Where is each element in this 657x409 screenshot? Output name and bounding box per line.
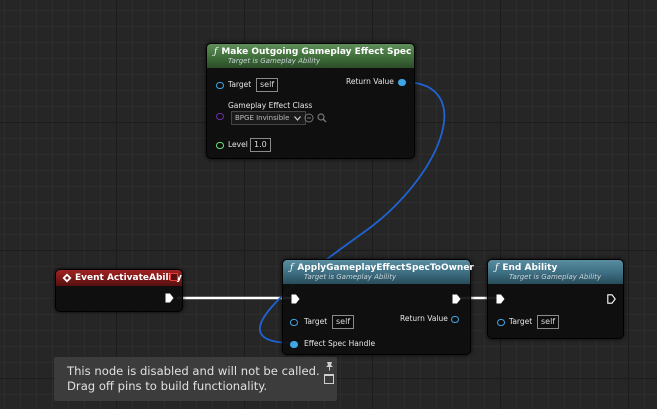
level-pin[interactable]	[216, 142, 224, 149]
function-icon: ƒ	[495, 263, 499, 273]
tooltip-line-1: This node is disabled and will not be ca…	[67, 364, 320, 378]
make-outgoing-gameplay-effect-spec-node[interactable]: ƒ Make Outgoing Gameplay Effect Spec Targ…	[206, 43, 415, 159]
return-value-pin[interactable]	[398, 79, 406, 86]
pin-icon[interactable]	[325, 361, 334, 371]
target-field[interactable]: self	[332, 315, 355, 329]
target-label: Target	[509, 317, 533, 326]
return-value-label: Return Value	[400, 314, 448, 323]
node-subtitle: Target is Gameplay Ability	[304, 273, 397, 281]
event-activate-ability-node[interactable]: Event ActivateAbility	[55, 269, 183, 312]
exec-in-pin-icon[interactable]	[496, 294, 505, 304]
return-value-label: Return Value	[346, 77, 394, 86]
node-header: Event ActivateAbility	[56, 270, 182, 286]
end-ability-node[interactable]: ƒ End Ability Target is Gameplay Ability …	[487, 259, 624, 339]
gameplay-effect-class-label: Gameplay Effect Class	[228, 101, 313, 110]
tooltip-line-2: Drag off pins to build functionality.	[67, 379, 268, 393]
tooltip-expand-icon[interactable]	[324, 374, 334, 384]
node-title: Event ActivateAbility	[75, 273, 182, 283]
target-pin[interactable]	[216, 82, 224, 89]
level-label: Level	[228, 140, 248, 149]
gameplay-effect-class-select[interactable]: BPGE Invinsible	[231, 111, 307, 125]
exec-pin-icon[interactable]	[165, 293, 174, 303]
target-field[interactable]: self	[537, 315, 560, 329]
return-value-pin[interactable]	[451, 316, 459, 323]
effect-spec-handle-label: Effect Spec Handle	[304, 339, 376, 348]
target-pin[interactable]	[497, 319, 505, 326]
node-title: Make Outgoing Gameplay Effect Spec	[221, 47, 412, 57]
node-title: End Ability	[502, 263, 558, 273]
event-diamond-icon	[62, 273, 72, 283]
gameplay-effect-class-value: BPGE Invinsible	[235, 114, 290, 122]
exec-out-pin-icon[interactable]	[607, 294, 616, 304]
target-label: Target	[304, 317, 328, 326]
target-pin[interactable]	[290, 319, 298, 326]
function-icon: ƒ	[214, 47, 218, 57]
node-header: ƒ Make Outgoing Gameplay Effect Spec Targ…	[207, 44, 414, 68]
disabled-node-tooltip: This node is disabled and will not be ca…	[54, 357, 337, 401]
chevron-down-icon	[294, 116, 302, 121]
clear-icon[interactable]	[304, 113, 314, 123]
node-subtitle: Target is Gameplay Ability	[509, 273, 602, 281]
delegate-square-icon[interactable]	[170, 273, 178, 281]
function-icon: ƒ	[290, 263, 294, 273]
exec-in-pin-icon[interactable]	[291, 294, 300, 304]
exec-out-pin-icon[interactable]	[452, 294, 461, 304]
node-title: ApplyGameplayEffectSpecToOwner	[297, 263, 474, 273]
node-header: ƒ ApplyGameplayEffectSpecToOwner Target i…	[283, 260, 474, 284]
apply-gameplay-effect-spec-to-owner-node[interactable]: ƒ ApplyGameplayEffectSpecToOwner Target i…	[282, 259, 474, 355]
gameplay-effect-class-pin[interactable]	[216, 113, 224, 120]
effect-spec-handle-pin[interactable]	[290, 341, 298, 348]
target-field[interactable]: self	[256, 78, 279, 92]
target-label: Target	[228, 80, 252, 89]
level-field[interactable]: 1.0	[250, 138, 271, 152]
node-header: ƒ End Ability Target is Gameplay Ability	[488, 260, 623, 284]
node-subtitle: Target is Gameplay Ability	[228, 57, 321, 65]
search-icon[interactable]	[317, 113, 327, 123]
